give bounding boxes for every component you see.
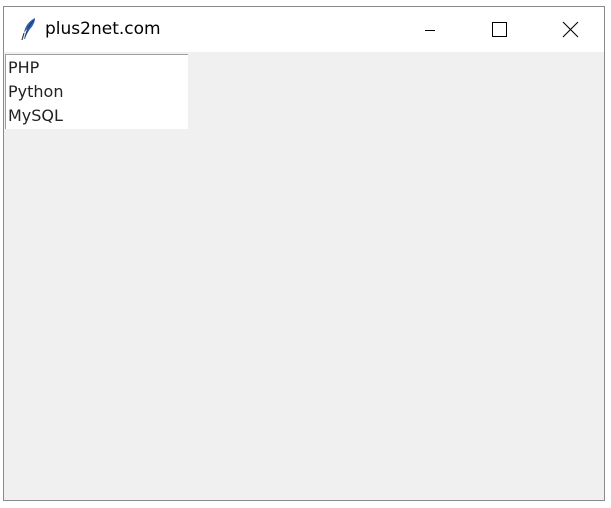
list-item[interactable]: Python	[8, 82, 63, 102]
close-button[interactable]	[546, 7, 592, 52]
list-item[interactable]: PHP	[8, 58, 39, 78]
minimize-button[interactable]	[407, 7, 453, 52]
client-area: PHP Python MySQL	[4, 52, 604, 500]
window-title: plus2net.com	[45, 19, 161, 39]
maximize-button[interactable]	[476, 7, 522, 52]
feather-icon	[20, 17, 38, 41]
list-item[interactable]: MySQL	[8, 106, 63, 126]
listbox[interactable]: PHP Python MySQL	[5, 54, 188, 129]
app-window: plus2net.com PHP Python MySQL	[3, 6, 605, 501]
title-bar[interactable]: plus2net.com	[4, 7, 604, 52]
